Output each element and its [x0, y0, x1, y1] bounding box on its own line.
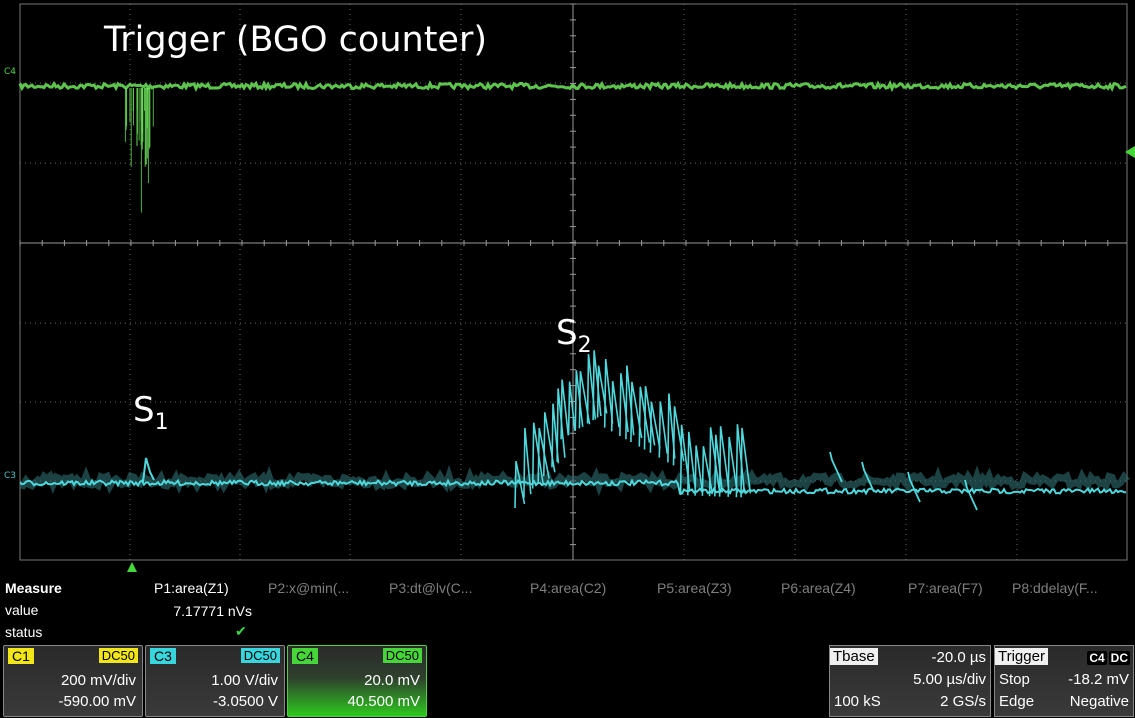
- p1-value: 7.17771 nVs: [173, 603, 252, 619]
- c3-vdiv: 1.00 V/div: [211, 672, 278, 689]
- s2-pulse: [610, 380, 620, 432]
- c4-coupling: DC50: [382, 648, 422, 663]
- c4-label: C4: [292, 648, 318, 664]
- trigger-box[interactable]: Trigger C4 DC Stop -18.2 mV Edge Negative: [994, 645, 1134, 717]
- c1-offset: -590.00 mV: [58, 693, 136, 710]
- s2-annotation: S2: [556, 313, 592, 358]
- param-p8[interactable]: P8:ddelay(F...: [1012, 580, 1098, 596]
- timebase-box[interactable]: Tbase -20.0 µs 5.00 µs/div 100 kS 2 GS/s: [829, 645, 991, 717]
- c3-offset: -3.0500 V: [212, 693, 278, 710]
- param-p3[interactable]: P3:dt@lv(C...: [389, 580, 472, 596]
- trigger-mode: Stop: [999, 671, 1030, 688]
- s1-annotation: S1: [133, 390, 169, 435]
- param-p1[interactable]: P1:area(Z1): [154, 580, 229, 596]
- param-p2[interactable]: P2:x@min(...: [268, 580, 349, 596]
- timebase-tdiv: 5.00 µs/div: [913, 671, 986, 688]
- s2-pulse: [658, 401, 668, 458]
- status-ok-icon: ✔: [235, 623, 247, 639]
- s1-letter: S: [133, 390, 155, 430]
- param-p6[interactable]: P6:area(Z4): [781, 580, 856, 596]
- c4-vdiv: 20.0 mV: [364, 672, 420, 689]
- scope-display[interactable]: C4 C3 Trigger (BGO counter) S1 S2: [0, 0, 1135, 575]
- s2-letter: S: [556, 313, 578, 353]
- s2-subscript: 2: [577, 333, 592, 358]
- s2-pulse: [567, 381, 576, 435]
- timebase-label: Tbase: [830, 648, 878, 665]
- c1-label: C1: [8, 648, 34, 664]
- channel-c1-box[interactable]: C1 DC50 200 mV/div -590.00 mV: [3, 645, 143, 717]
- s2-pulse: [740, 427, 752, 498]
- s2-pulse: [523, 427, 532, 499]
- trigger-source: C4: [1087, 651, 1107, 665]
- timebase-delay: -20.0 µs: [931, 649, 987, 666]
- channel-c3-box[interactable]: C3 DC50 1.00 V/div -3.0500 V: [145, 645, 285, 717]
- status-row-label: status: [5, 624, 43, 640]
- trigger-slope: Negative: [1069, 693, 1129, 710]
- s1-subscript: 1: [154, 410, 169, 435]
- timebase-samples: 100 kS: [834, 693, 881, 710]
- trigger-level: -18.2 mV: [1068, 671, 1129, 688]
- measure-table[interactable]: Measure value status P1:area(Z1) P2:x@mi…: [0, 575, 1135, 645]
- trigger-type: Edge: [999, 693, 1035, 710]
- trigger-source-badges: C4 DC: [1087, 649, 1130, 666]
- trigger-time-marker-icon[interactable]: [127, 562, 137, 572]
- c4-offset: 40.500 mV: [347, 693, 420, 710]
- c3-coupling: DC50: [240, 648, 280, 663]
- trigger-label: Trigger: [995, 648, 1048, 665]
- c1-coupling: DC50: [98, 648, 138, 663]
- trigger-annotation: Trigger (BGO counter): [104, 20, 488, 60]
- measure-header: Measure: [5, 580, 62, 596]
- c4-trace-tag: C4: [4, 67, 17, 77]
- param-p5[interactable]: P5:area(Z3): [657, 580, 732, 596]
- timebase-rate: 2 GS/s: [940, 693, 986, 710]
- param-p4[interactable]: P4:area(C2): [530, 580, 606, 596]
- c1-vdiv: 200 mV/div: [60, 672, 136, 689]
- channel-c4-box[interactable]: C4 DC50 20.0 mV 40.500 mV: [287, 645, 427, 717]
- param-p7[interactable]: P7:area(F7): [908, 580, 983, 596]
- value-row-label: value: [5, 602, 39, 618]
- c3-label: C3: [150, 648, 176, 664]
- c3-trace-tag: C3: [4, 471, 17, 481]
- s2-pulse: [694, 445, 704, 496]
- trigger-coupling: DC: [1108, 651, 1130, 665]
